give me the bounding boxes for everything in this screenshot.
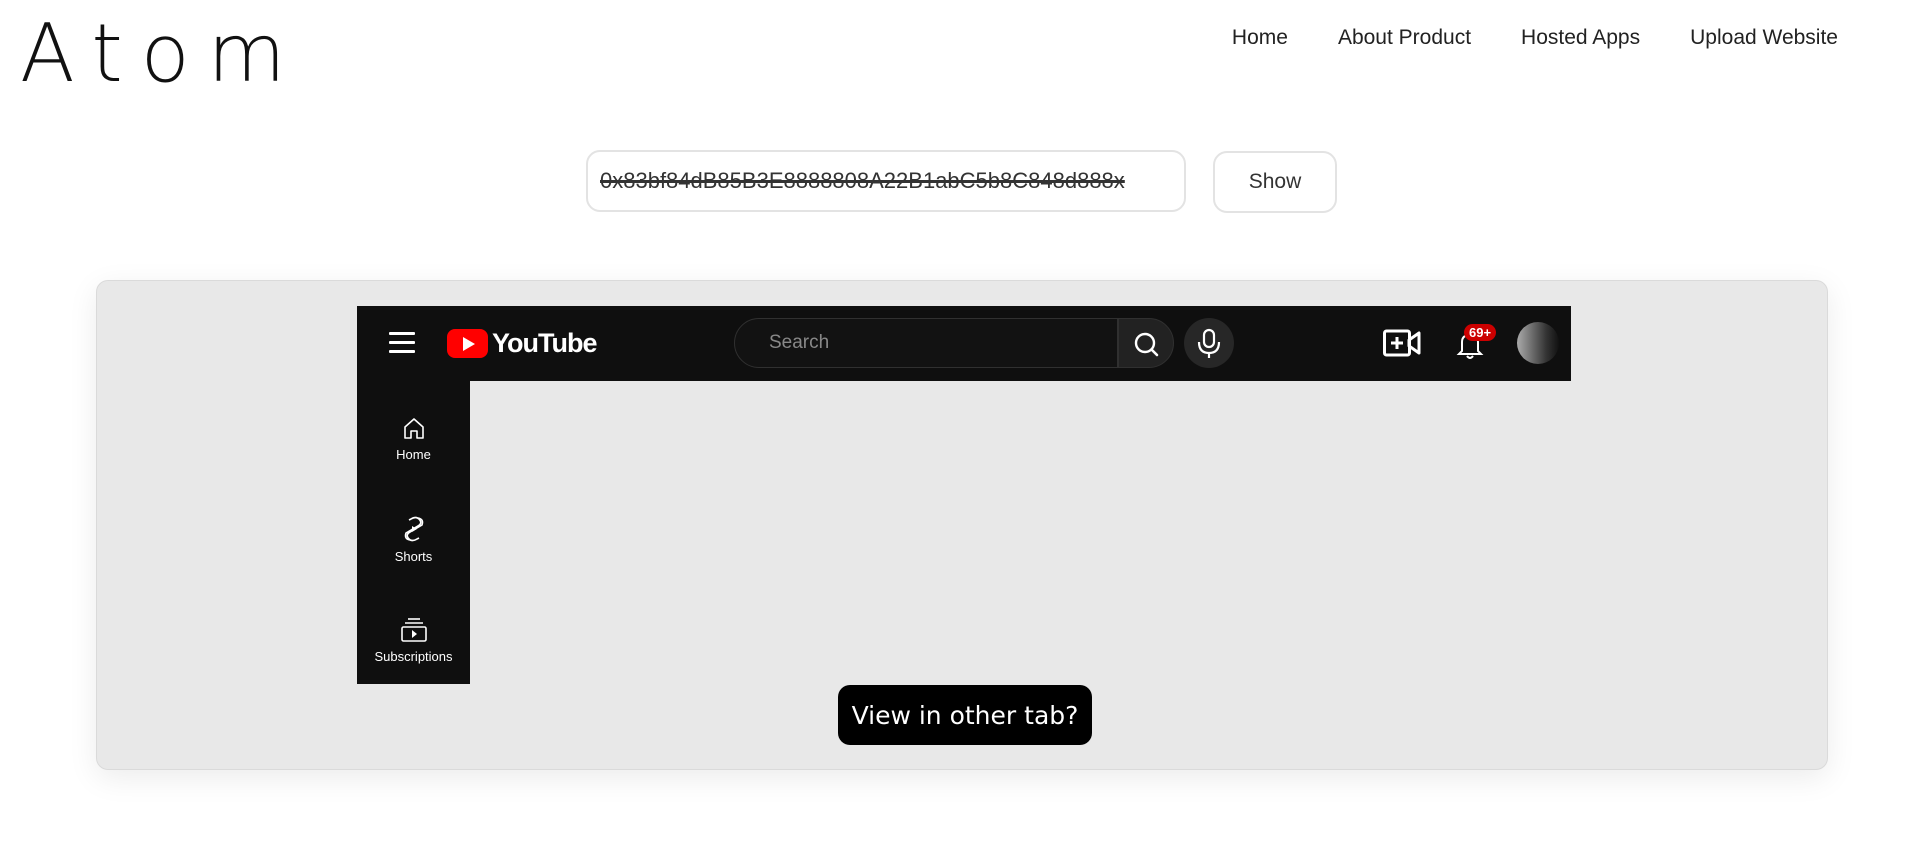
create-video-button[interactable] <box>1383 327 1421 359</box>
hamburger-menu-icon[interactable] <box>389 332 415 354</box>
sidebar-item-shorts[interactable]: Shorts <box>357 515 470 564</box>
video-camera-plus-icon <box>1383 329 1421 357</box>
address-input-wrapper <box>586 150 1186 212</box>
user-avatar[interactable] <box>1517 322 1559 364</box>
notification-count-badge: 69+ <box>1464 324 1497 341</box>
view-in-other-tab-button[interactable]: View in other tab? <box>838 685 1092 745</box>
nav-hosted-apps-link[interactable]: Hosted Apps <box>1521 26 1640 50</box>
youtube-search-box <box>734 318 1118 368</box>
search-icon <box>1134 332 1159 357</box>
shorts-icon <box>404 516 423 542</box>
main-nav: Home About Product Hosted Apps Upload We… <box>1232 26 1838 50</box>
nav-upload-website-link[interactable]: Upload Website <box>1690 26 1838 50</box>
sidebar-item-subscriptions[interactable]: Subscriptions <box>357 617 470 664</box>
sidebar-item-label: Subscriptions <box>374 649 453 664</box>
youtube-play-icon <box>447 329 488 358</box>
youtube-embed: YouTube Search 69+ Home Shorts Subscript… <box>357 306 1571 684</box>
atom-logo: Atom <box>20 7 304 100</box>
youtube-search-button[interactable] <box>1118 318 1174 368</box>
youtube-sidebar: Home Shorts Subscriptions <box>357 381 470 684</box>
show-button[interactable]: Show <box>1213 151 1337 213</box>
sidebar-item-home[interactable]: Home <box>357 415 470 462</box>
nav-home-link[interactable]: Home <box>1232 26 1288 50</box>
nav-about-product-link[interactable]: About Product <box>1338 26 1471 50</box>
sidebar-item-label: Shorts <box>394 549 433 564</box>
youtube-logo-text: YouTube <box>492 328 597 358</box>
youtube-header: YouTube Search 69+ <box>357 306 1571 381</box>
youtube-logo[interactable]: YouTube <box>447 328 597 359</box>
youtube-search-input[interactable] <box>767 331 1117 355</box>
sidebar-item-label: Home <box>396 447 431 462</box>
voice-search-button[interactable] <box>1184 318 1234 368</box>
subscriptions-icon <box>400 618 427 642</box>
address-input[interactable] <box>598 167 1174 195</box>
microphone-icon <box>1197 328 1221 358</box>
home-icon <box>403 418 424 439</box>
